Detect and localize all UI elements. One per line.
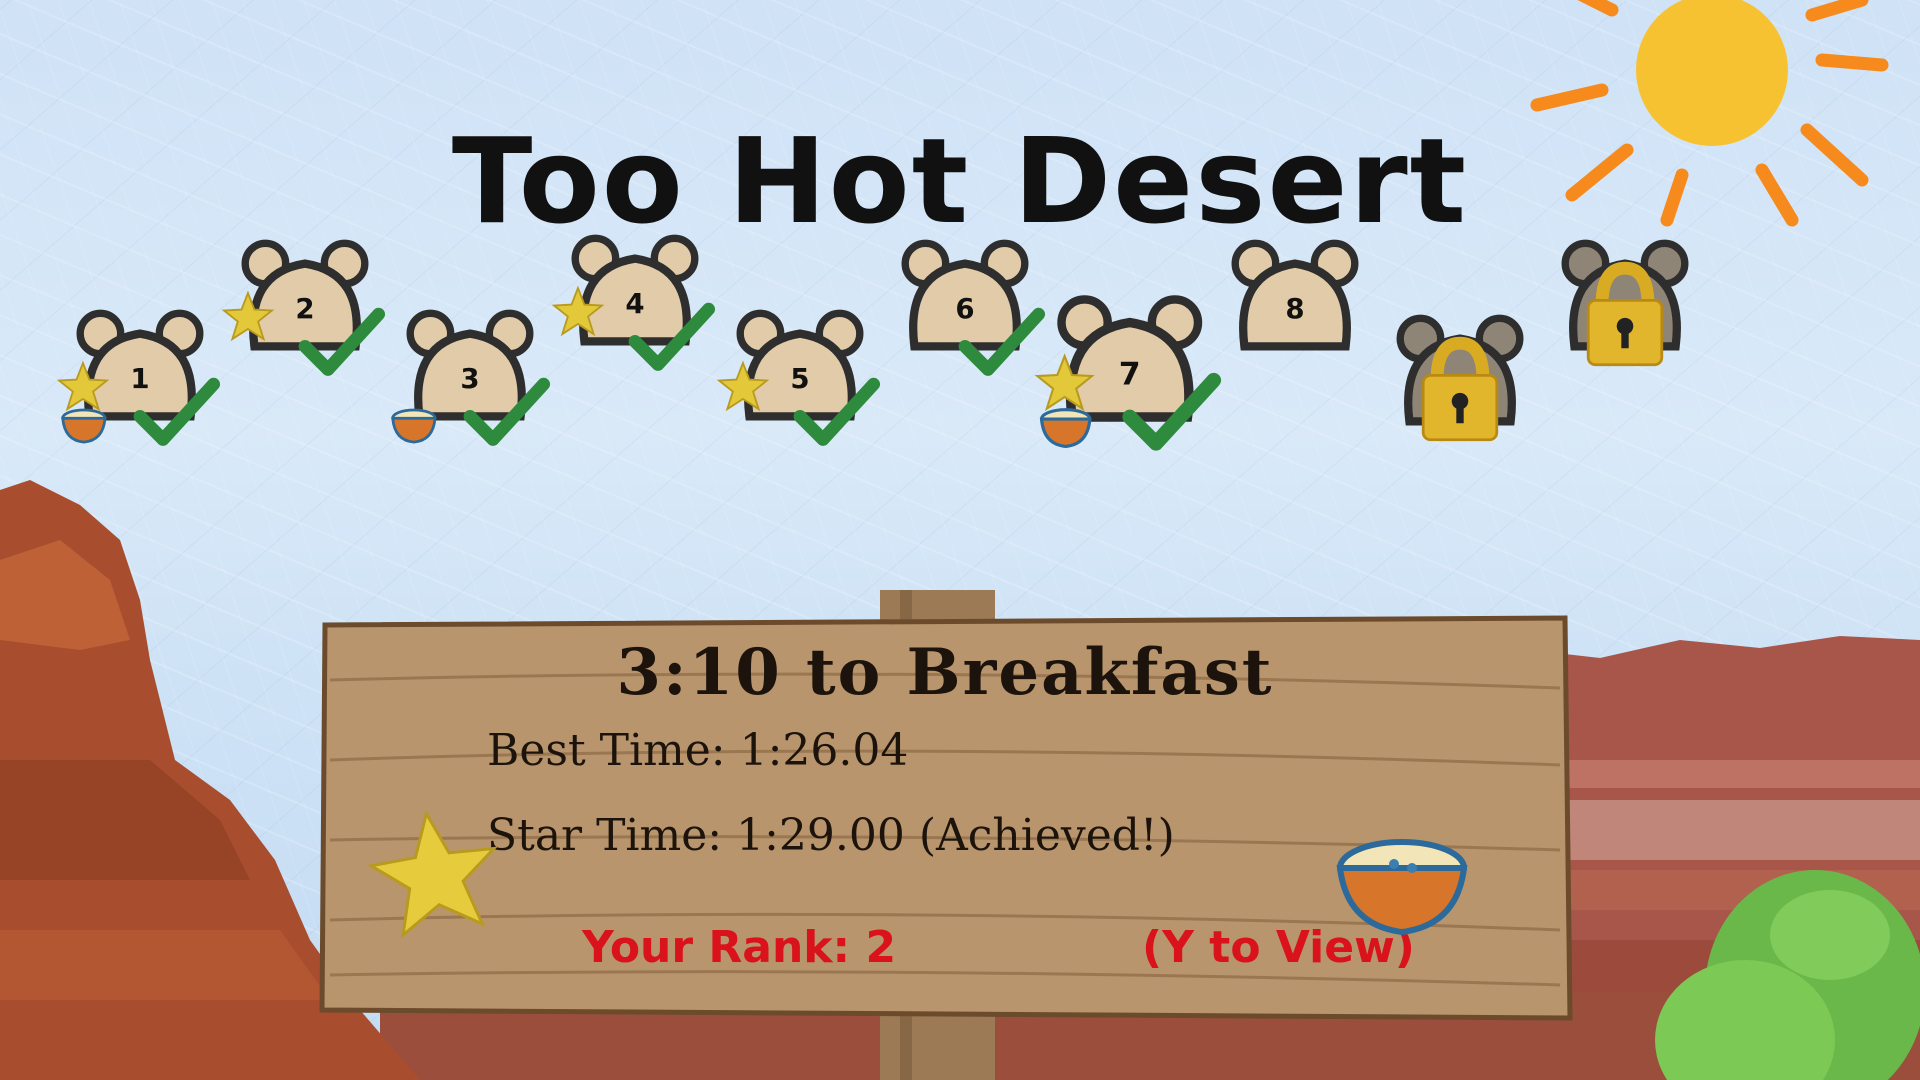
porridge-bowl-icon (1336, 839, 1468, 936)
sign-decorations (366, 809, 1468, 939)
star-icon (366, 809, 498, 939)
